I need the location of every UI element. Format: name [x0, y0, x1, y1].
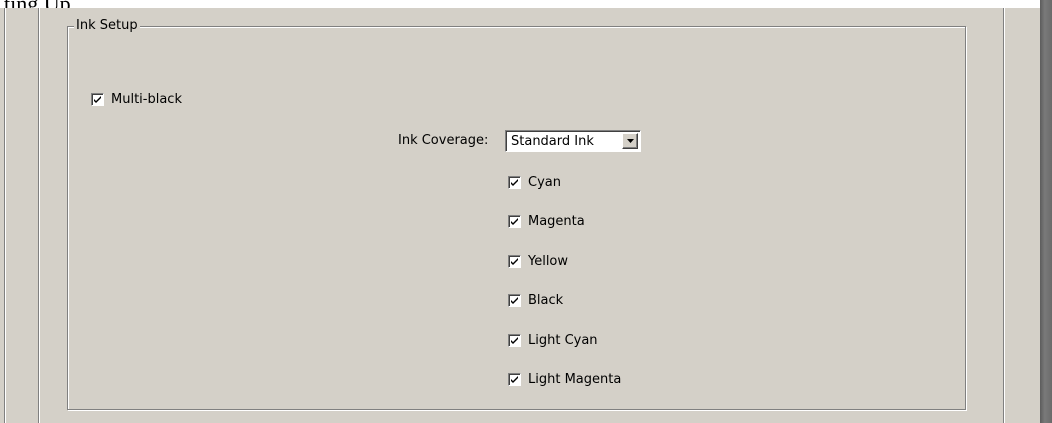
panel-right-border-highlight [1004, 8, 1005, 423]
ink-checkbox-row-black[interactable]: Black [508, 293, 563, 308]
check-icon [511, 179, 518, 186]
light-magenta-checkbox[interactable] [508, 373, 521, 386]
light-cyan-label: Light Cyan [528, 333, 598, 348]
ink-checkbox-row-cyan[interactable]: Cyan [508, 175, 561, 190]
panel-inner-border-highlight [39, 8, 40, 423]
black-checkbox[interactable] [508, 294, 521, 307]
panel-left-border-highlight [5, 8, 6, 423]
cyan-label: Cyan [528, 175, 561, 190]
check-icon [511, 297, 518, 304]
yellow-checkbox[interactable] [508, 255, 521, 268]
ink-checkbox-row-yellow[interactable]: Yellow [508, 254, 568, 269]
light-cyan-checkbox[interactable] [508, 334, 521, 347]
check-icon [94, 96, 101, 103]
chevron-down-icon [627, 139, 634, 143]
ink-coverage-select[interactable]: Standard Ink [505, 130, 641, 152]
multi-black-label: Multi-black [111, 92, 182, 107]
check-icon [511, 258, 518, 265]
ink-coverage-dropdown-button[interactable] [622, 133, 638, 149]
check-icon [511, 337, 518, 344]
ink-coverage-value: Standard Ink [511, 134, 594, 149]
ink-checkbox-row-light-magenta[interactable]: Light Magenta [508, 372, 621, 387]
check-icon [511, 218, 518, 225]
window-right-edge [1040, 0, 1052, 423]
ink-checkbox-row-light-cyan[interactable]: Light Cyan [508, 333, 598, 348]
magenta-checkbox[interactable] [508, 215, 521, 228]
ink-setup-legend: Ink Setup [74, 18, 140, 34]
ink-checkbox-row-magenta[interactable]: Magenta [508, 214, 585, 229]
cyan-checkbox[interactable] [508, 176, 521, 189]
multi-black-checkbox[interactable] [91, 93, 104, 106]
ink-coverage-label: Ink Coverage: [398, 133, 489, 148]
black-label: Black [528, 293, 564, 308]
light-magenta-label: Light Magenta [528, 372, 622, 387]
check-icon [511, 376, 518, 383]
magenta-label: Magenta [528, 214, 585, 229]
yellow-label: Yellow [528, 254, 569, 269]
multi-black-checkbox-row[interactable]: Multi-black [91, 92, 182, 107]
